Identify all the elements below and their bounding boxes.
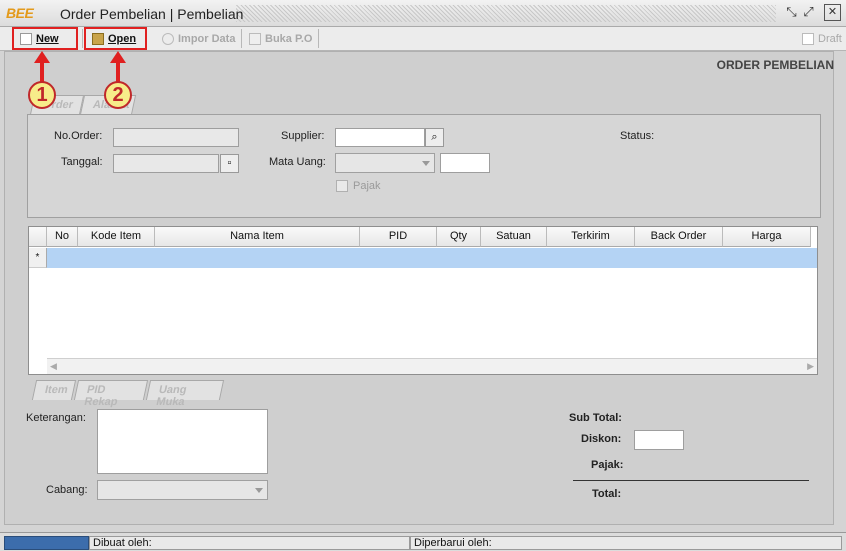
column-header-satuan[interactable]: Satuan [481,227,547,247]
maximize-icon[interactable]: ⤢ [800,4,817,21]
tanggal-field[interactable] [113,154,219,173]
cabang-select[interactable] [97,480,268,500]
open-button-label: Open [108,32,137,45]
cabang-label: Cabang: [46,484,88,496]
column-header-back-order[interactable]: Back Order [635,227,723,247]
close-icon[interactable]: ✕ [824,4,841,21]
toolbar-separator [82,29,83,48]
window-title: Order Pembelian | Pembelian [60,6,244,22]
import-data-label: Impor Data [178,32,236,45]
tanggal-label: Tanggal: [61,156,103,168]
keterangan-textarea[interactable] [97,409,268,474]
callout-arrow-2 [116,62,120,82]
column-header-nama-item[interactable]: Nama Item [155,227,360,247]
app-logo: BEE [6,5,34,21]
document-icon [249,32,261,45]
no-order-label: No.Order: [54,130,103,142]
search-icon[interactable]: ⌕ [425,128,444,147]
buka-po-button[interactable]: Buka P.O [243,27,313,50]
page-title: ORDER PEMBELIAN [716,58,834,72]
scroll-left-icon[interactable]: ◀ [50,361,57,372]
diperbarui-oleh: Diperbarui oleh: [410,536,842,550]
callout-2: 2 [104,81,132,109]
callout-1: 1 [28,81,56,109]
import-data-button[interactable]: Impor Data [156,27,235,50]
chevron-down-icon [255,488,263,493]
diskon-label: Diskon: [581,433,622,445]
scroll-right-icon[interactable]: ▶ [807,361,814,372]
total-label: Total: [592,488,622,500]
new-button[interactable]: New [12,27,78,50]
pajak-check-icon [336,180,348,192]
kurs-field[interactable] [440,153,490,173]
tab-item[interactable]: Item [31,380,77,400]
table-row[interactable] [47,248,817,268]
keterangan-label: Keterangan: [26,412,86,424]
open-button[interactable]: Open [84,27,147,50]
no-order-field[interactable] [113,128,239,147]
calendar-icon[interactable]: ▫ [220,154,239,173]
draft-label: Draft [818,32,842,45]
import-icon [162,32,174,45]
grid-corner [29,227,47,247]
chevron-down-icon [422,161,430,166]
new-button-label: New [36,32,59,45]
diskon-field[interactable] [634,430,684,450]
column-header-harga[interactable]: Harga [723,227,811,247]
horizontal-scrollbar[interactable]: ◀ ▶ [47,358,817,374]
draft-checkbox[interactable]: Draft [796,27,842,50]
callout-arrow-1 [40,62,44,82]
mata-uang-select[interactable] [335,153,435,173]
status-progress [4,536,89,550]
toolbar-separator [318,29,319,48]
items-grid: No Kode Item Nama Item PID Qty Satuan Te… [28,226,818,375]
supplier-field[interactable] [335,128,425,147]
total-divider [573,480,809,481]
status-bar: Dibuat oleh: Diperbarui oleh: [0,532,846,551]
pajak-total-label: Pajak: [591,459,624,471]
toolbar-separator [241,29,242,48]
column-header-qty[interactable]: Qty [437,227,481,247]
status-label: Status: [620,130,655,142]
new-row-marker: * [29,248,47,268]
column-header-terkirim[interactable]: Terkirim [547,227,635,247]
column-header-kode-item[interactable]: Kode Item [78,227,155,247]
tab-uang-muka[interactable]: Uang Muka [145,380,225,408]
column-header-pid[interactable]: PID [360,227,437,247]
draft-check-icon [802,32,814,45]
pajak-checkbox-label: Pajak [353,180,381,192]
pajak-checkbox[interactable]: Pajak [336,180,381,192]
supplier-label: Supplier: [281,130,325,142]
folder-icon [92,32,104,45]
title-bar: BEE Order Pembelian | Pembelian ⤡ ⤢ ✕ [0,0,846,27]
tab-pid-rekap[interactable]: PID Rekap [73,380,149,408]
toolbar: New Open Impor Data Buka P.O Draft [0,27,846,51]
dibuat-oleh: Dibuat oleh: [89,536,410,550]
mata-uang-label: Mata Uang: [269,156,326,168]
column-header-no[interactable]: No [47,227,78,247]
restore-icon[interactable]: ⤡ [783,4,800,21]
bottom-tabs: Item PID Rekap Uang Muka [31,380,234,408]
buka-po-label: Buka P.O [265,32,313,45]
new-doc-icon [20,32,32,45]
subtotal-label: Sub Total: [569,412,622,424]
title-bar-pattern [236,5,776,22]
